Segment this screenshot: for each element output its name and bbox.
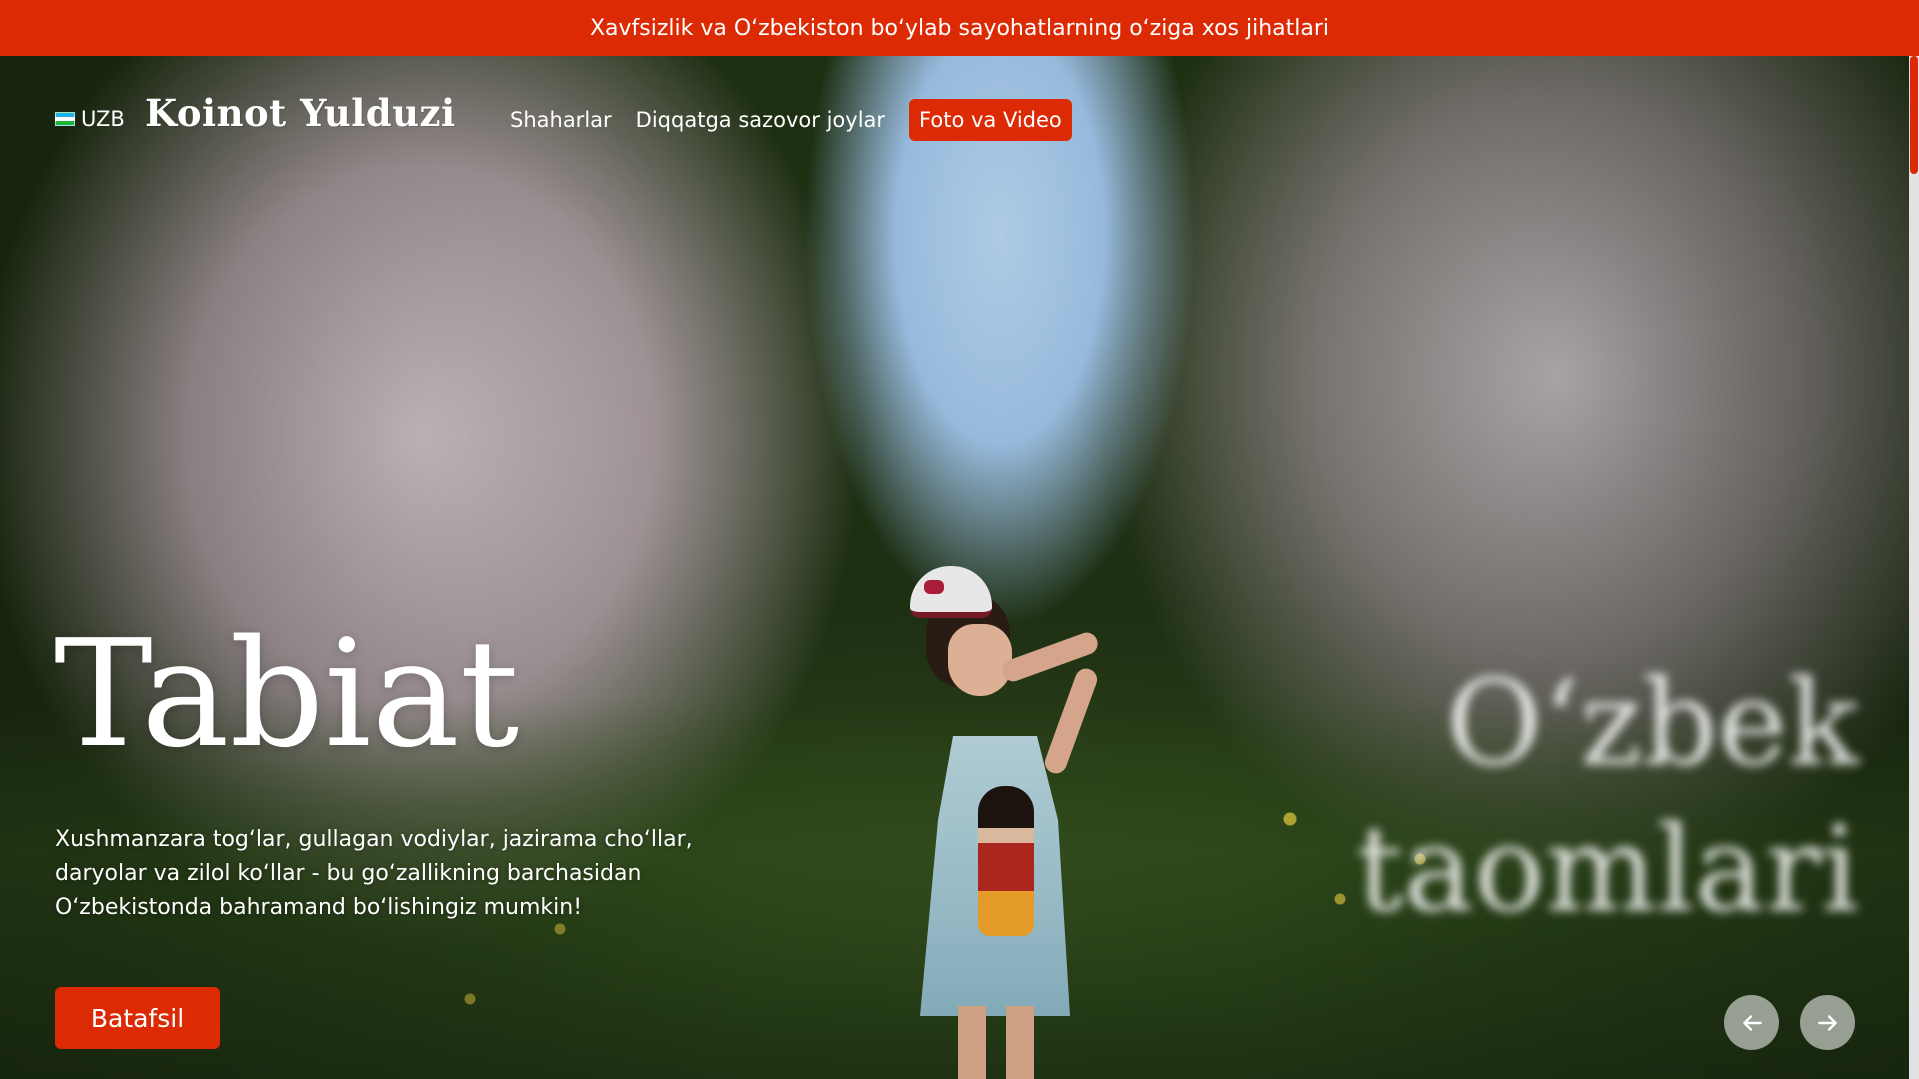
hero-description: Xushmanzara tog‘lar, gullagan vodiylar, … <box>55 827 693 920</box>
main-nav: Shaharlar Diqqatga sazovor joylar Foto v… <box>510 99 1072 141</box>
site-logo[interactable]: Koinot Yulduzi <box>145 91 456 135</box>
top-banner-text: Xavfsizlik va O‘zbekiston bo‘ylab sayoha… <box>589 15 1330 41</box>
arrow-left-icon <box>1742 1014 1762 1031</box>
site-header: UZB Koinot Yulduzi Shaharlar Diqqatga sa… <box>0 56 1909 184</box>
nav-item-shaharlar[interactable]: Shaharlar <box>510 108 612 132</box>
language-label: UZB <box>81 107 125 131</box>
language-switcher[interactable]: UZB <box>55 107 125 131</box>
arrow-right-icon <box>1817 1014 1837 1031</box>
uzbekistan-flag-icon <box>55 112 75 126</box>
next-slide-title[interactable]: O‘zbek taomlari <box>1339 650 1859 942</box>
nav-item-diqqatga-sazovor-joylar[interactable]: Diqqatga sazovor joylar <box>636 108 885 132</box>
page-scrollbar[interactable] <box>1909 56 1919 1079</box>
nav-item-foto-va-video[interactable]: Foto va Video <box>909 99 1072 141</box>
hero-title: Tabiat <box>54 608 520 780</box>
scrollbar-thumb[interactable] <box>1910 56 1918 174</box>
top-banner[interactable]: Xavfsizlik va O‘zbekiston bo‘ylab sayoha… <box>0 0 1919 56</box>
slider-prev-button[interactable] <box>1724 995 1779 1050</box>
slider-next-button[interactable] <box>1800 995 1855 1050</box>
batafsil-button[interactable]: Batafsil <box>55 987 220 1049</box>
